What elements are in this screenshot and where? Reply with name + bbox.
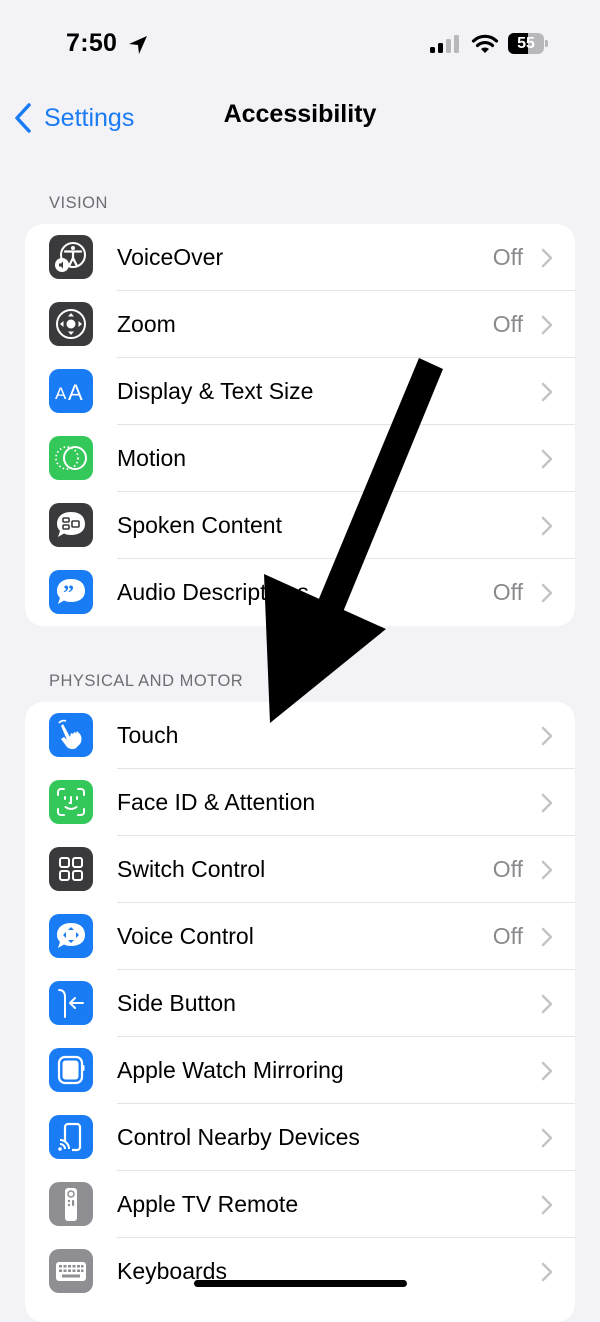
row-audio-descriptions[interactable]: ” Audio Descriptions Off [25,559,575,626]
chevron-right-icon [541,1128,553,1148]
chevron-right-icon [541,516,553,536]
display-text-size-icon: A A [49,369,93,413]
tv-remote-icon [49,1182,93,1226]
navigation-bar: Settings Accessibility [0,90,600,146]
face-id-icon [49,780,93,824]
chevron-right-icon [541,994,553,1014]
svg-text:A: A [55,384,67,403]
chevron-right-icon [541,793,553,813]
chevron-right-icon [541,860,553,880]
row-voiceover[interactable]: VoiceOver Off [25,224,575,291]
chevron-right-icon [541,315,553,335]
chevron-right-icon [541,1262,553,1282]
row-label: Apple TV Remote [117,1191,299,1217]
chevron-right-icon [541,382,553,402]
row-motion[interactable]: Motion [25,425,575,492]
side-button-icon [49,981,93,1025]
row-switch-control[interactable]: Switch Control Off [25,836,575,903]
physical-motor-group: Touch Face ID & Attention Switch Control… [25,702,575,1322]
row-display-text-size[interactable]: A A Display & Text Size [25,358,575,425]
row-label: Spoken Content [117,512,282,538]
row-label: Motion [117,445,187,471]
row-apple-tv-remote[interactable]: Apple TV Remote [25,1171,575,1238]
row-touch[interactable]: Touch [25,702,575,769]
row-value: Off [492,244,523,270]
motion-icon [49,436,93,480]
row-apple-watch-mirroring[interactable]: Apple Watch Mirroring [25,1037,575,1104]
row-voice-control[interactable]: Voice Control Off [25,903,575,970]
row-label: Zoom [117,311,176,337]
row-face-id[interactable]: Face ID & Attention [25,769,575,836]
row-label: Apple Watch Mirroring [117,1057,344,1083]
chevron-right-icon [541,449,553,469]
svg-text:A: A [68,380,83,405]
row-keyboards[interactable]: Keyboards [25,1238,575,1305]
spoken-content-icon [49,503,93,547]
row-value: Off [492,579,523,605]
switch-control-icon [49,847,93,891]
zoom-icon [49,302,93,346]
row-label: Touch [117,722,179,748]
row-label: Switch Control [117,856,266,882]
chevron-right-icon [541,248,553,268]
battery-level: 55 [517,35,535,52]
row-label: Control Nearby Devices [117,1124,360,1150]
section-header-physical-motor: PHYSICAL AND MOTOR [49,672,244,690]
chevron-right-icon [541,583,553,603]
row-label: Face ID & Attention [117,789,316,815]
wifi-icon [471,34,499,53]
status-time: 7:50 [66,29,118,57]
row-label: Audio Descriptions [117,579,309,605]
location-arrow-icon [129,36,147,54]
status-bar: 7:50 55 [0,0,600,90]
row-label: Voice Control [117,923,254,949]
row-value: Off [492,311,523,337]
voice-control-icon [49,914,93,958]
row-value: Off [492,923,523,949]
chevron-right-icon [541,726,553,746]
row-label: Side Button [117,990,236,1016]
chevron-right-icon [541,1061,553,1081]
vision-group: VoiceOver Off Zoom Off A A Display & Tex… [25,224,575,626]
row-spoken-content[interactable]: Spoken Content [25,492,575,559]
row-control-nearby-devices[interactable]: Control Nearby Devices [25,1104,575,1171]
row-side-button[interactable]: Side Button [25,970,575,1037]
nearby-devices-icon [49,1115,93,1159]
cellular-signal-icon [430,35,459,53]
page-title: Accessibility [223,100,377,128]
chevron-right-icon [541,1195,553,1215]
keyboard-icon [49,1249,93,1293]
touch-icon [49,713,93,757]
audio-descriptions-icon: ” [49,570,93,614]
battery-icon: 55 [508,33,548,55]
voiceover-icon [49,235,93,279]
section-header-vision: VISION [49,194,108,212]
apple-watch-icon [49,1048,93,1092]
row-value: Off [492,856,523,882]
row-zoom[interactable]: Zoom Off [25,291,575,358]
svg-text:”: ” [63,580,74,605]
row-label: VoiceOver [117,244,224,270]
chevron-right-icon [541,927,553,947]
row-label: Display & Text Size [117,378,314,404]
home-indicator[interactable] [194,1280,407,1287]
